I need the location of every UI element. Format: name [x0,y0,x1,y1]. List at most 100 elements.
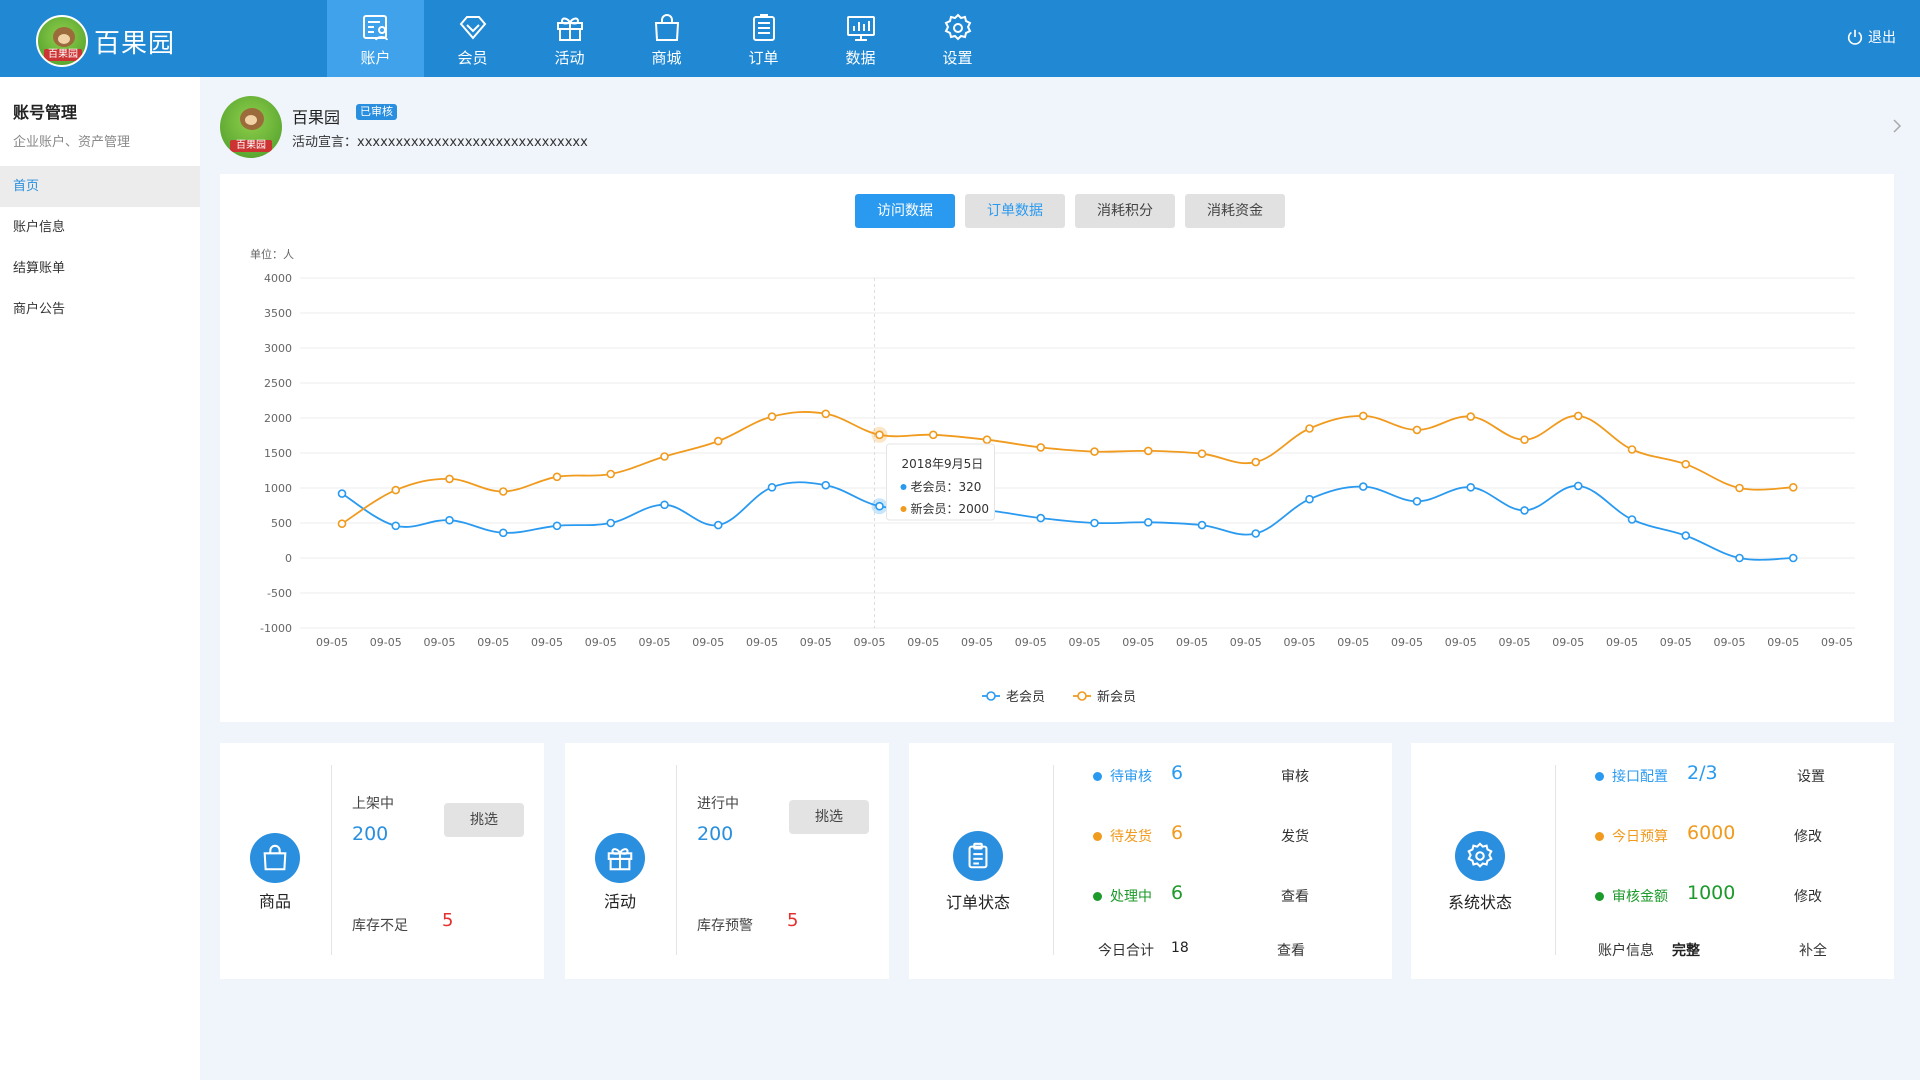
y-tick-label: 1000 [264,482,292,495]
system-complete-link[interactable]: 补全 [1799,940,1827,960]
data-point [1305,424,1314,433]
data-point [1573,481,1583,491]
system-account-info-label: 账户信息 [1598,943,1654,959]
data-point [928,430,938,440]
data-point [1412,496,1422,506]
tab-points-consumed[interactable]: 消耗积分 [1075,194,1175,228]
goods-on-sale-label: 上架中 [352,796,394,812]
data-point [337,489,347,498]
x-tick-label: 09-05 [854,636,886,649]
legend-label: 老会员 [1006,690,1045,705]
data-point [1520,435,1529,445]
goods-low-stock-value: 5 [442,910,454,931]
data-point [1788,482,1798,492]
tooltip-dot [900,484,907,490]
avatar-text: 百果园 [230,140,272,152]
system-api-config-value: 2/3 [1687,762,1718,784]
x-tick-label: 09-05 [1069,636,1101,649]
gift-icon [556,17,583,41]
data-point [1681,459,1691,469]
goods-card-title: 商品 [258,892,291,911]
gear-icon [1467,842,1493,868]
data-point [1251,457,1261,467]
activity-pick-button[interactable]: 挑选 [789,800,869,834]
orange-dot-icon [1093,831,1102,841]
y-tick-label: 3500 [264,307,292,320]
x-tick-label: 09-05 [1284,636,1316,649]
data-point [982,435,992,445]
system-settings-link[interactable]: 设置 [1797,766,1825,786]
nav-label: 活动 [554,49,585,67]
monkey-mascot-icon [53,27,75,47]
x-tick-label: 09-05 [1660,636,1692,649]
nav-activity[interactable]: 活动 [521,0,618,77]
green-dot-icon [1595,891,1604,901]
x-tick-label: 09-05 [746,636,778,649]
activity-icon-circle [595,833,645,883]
data-point [498,487,508,496]
system-budget-edit-link[interactable]: 修改 [1794,826,1822,846]
nav-member[interactable]: 会员 [424,0,521,77]
system-audit-amount: 审核金额 [1595,886,1668,906]
chevron-right-icon[interactable] [1889,116,1905,136]
activity-stock-warning-value: 5 [787,910,799,931]
sidebar-menu: 首页 账户信息 结算账单 商户公告 [0,166,200,330]
data-point [1251,529,1261,538]
system-row-label: 审核金额 [1612,889,1668,905]
nav-settings[interactable]: 设置 [909,0,1006,77]
order-card-title: 订单状态 [945,893,1010,912]
x-tick-label: 09-05 [1122,636,1154,649]
system-audit-edit-link[interactable]: 修改 [1794,886,1822,906]
data-point [1735,483,1744,493]
monitor-chart-icon [846,16,875,41]
tab-visit-data[interactable]: 访问数据 [855,194,955,228]
data-point [391,521,401,531]
data-point [875,430,884,440]
data-point [1466,412,1476,421]
card-divider [676,765,677,955]
goods-pick-button[interactable]: 挑选 [444,803,524,837]
data-point [1090,518,1099,528]
y-tick-label: 1500 [264,447,292,460]
card-divider [1053,765,1054,955]
tab-funds-consumed[interactable]: 消耗资金 [1185,194,1285,228]
order-view-link[interactable]: 查看 [1281,886,1309,906]
order-total-view-link[interactable]: 查看 [1277,940,1305,960]
x-tick-label: 09-05 [1821,636,1853,649]
main-nav: 账户 会员 活动 商城 订单 数据 设置 [327,0,1006,77]
logo-text: 百果园 [44,49,82,61]
sidebar-item-notice[interactable]: 商户公告 [0,289,200,330]
data-point [1466,482,1476,492]
brand[interactable]: 百果园 百果园 [36,15,175,67]
order-review-link[interactable]: 审核 [1281,766,1309,786]
status-badge: 已审核 [356,104,397,120]
nav-data[interactable]: 数据 [812,0,909,77]
monkey-mascot-icon [240,108,264,130]
data-point [1627,445,1637,454]
nav-order[interactable]: 订单 [715,0,812,77]
data-point [1681,531,1691,540]
sidebar-item-settlement[interactable]: 结算账单 [0,248,200,289]
gear-icon [944,13,971,41]
activity-ongoing-label: 进行中 [697,796,739,812]
order-row-label: 处理中 [1110,889,1152,905]
unit-label: 单位：人 [250,247,294,261]
nav-mall[interactable]: 商城 [618,0,715,77]
sidebar-item-account-info[interactable]: 账户信息 [0,207,200,248]
data-point [1412,425,1422,435]
sidebar-item-home[interactable]: 首页 [0,166,200,207]
tab-order-data[interactable]: 订单数据 [965,194,1065,228]
account-icon [362,15,388,41]
series-line-old-members [341,481,1794,561]
order-today-total-value: 18 [1171,940,1189,956]
order-ship-link[interactable]: 发货 [1281,826,1309,846]
logout-button[interactable]: 退出 [1846,27,1896,47]
x-tick-label: 09-05 [1552,636,1584,649]
nav-account[interactable]: 账户 [327,0,424,77]
order-pending-ship: 待发货 [1093,826,1152,846]
x-tick-label: 09-05 [477,636,509,649]
nav-label: 数据 [845,49,876,67]
visit-line-chart: 单位：人 4000 3500 3000 2500 2000 1500 1000 500 0 -500… [250,247,1855,705]
avatar: 百果园 [220,96,282,158]
legend-marker [986,691,996,701]
